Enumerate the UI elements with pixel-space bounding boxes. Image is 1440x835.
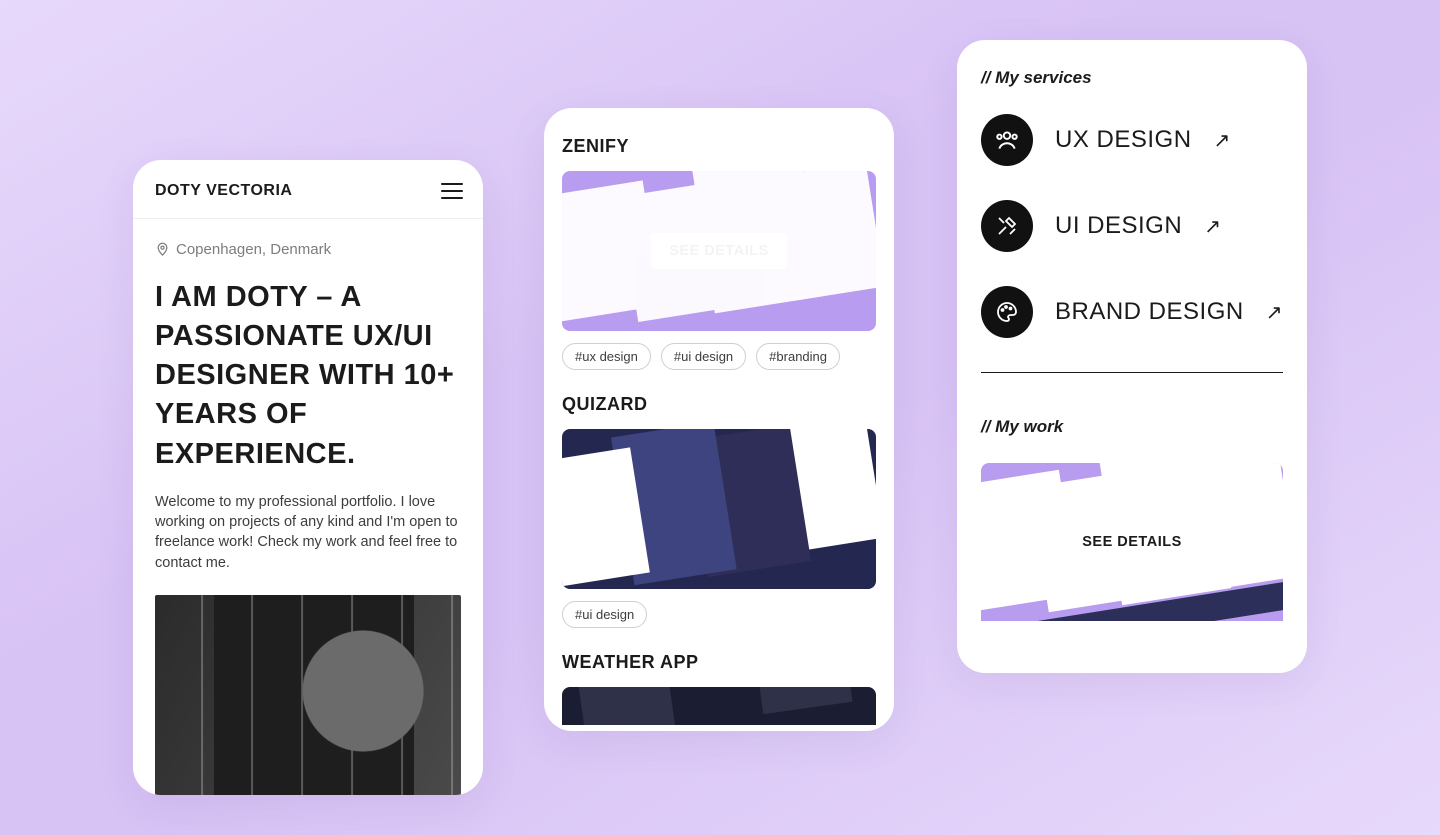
hamburger-menu-icon[interactable] <box>441 178 463 204</box>
see-details-button[interactable]: SEE DETAILS <box>1064 524 1200 560</box>
tools-icon <box>981 200 1033 252</box>
tag-row: #ui design <box>562 601 876 628</box>
service-item-brand[interactable]: BRAND DESIGN ↗ <box>981 286 1283 338</box>
arrow-up-right-icon: ↗ <box>1214 128 1231 153</box>
section-heading-services: // My services <box>981 68 1283 88</box>
work-thumbnail[interactable]: SEE DETAILS <box>981 463 1283 621</box>
project-title: QUIZARD <box>562 394 876 415</box>
arrow-up-right-icon: ↗ <box>1204 214 1221 239</box>
hero-headline: I AM DOTY – A PASSIONATE UX/UI DESIGNER … <box>155 278 461 474</box>
arrow-up-right-icon: ↗ <box>1266 300 1283 325</box>
tag[interactable]: #ux design <box>562 343 651 370</box>
phone-home: DOTY VECTORIA Copenhagen, Denmark I AM D… <box>133 160 483 795</box>
project-title: ZENIFY <box>562 136 876 157</box>
location-row: Copenhagen, Denmark <box>155 241 461 258</box>
tag[interactable]: #branding <box>756 343 840 370</box>
site-logo[interactable]: DOTY VECTORIA <box>155 182 292 200</box>
hero-description: Welcome to my professional portfolio. I … <box>155 492 461 573</box>
tag-row: #ux design #ui design #branding <box>562 343 876 370</box>
users-icon <box>981 114 1033 166</box>
service-label: UX DESIGN <box>1055 126 1192 154</box>
service-label: BRAND DESIGN <box>1055 298 1244 326</box>
project-thumbnail[interactable] <box>562 429 876 589</box>
phone-work-list: ZENIFY SEE DETAILS #ux design #ui design… <box>544 108 894 731</box>
service-item-ux[interactable]: UX DESIGN ↗ <box>981 114 1283 166</box>
service-item-ui[interactable]: UI DESIGN ↗ <box>981 200 1283 252</box>
phone-services: // My services UX DESIGN ↗ UI DESIGN ↗ <box>957 40 1307 673</box>
tag[interactable]: #ui design <box>562 601 647 628</box>
palette-icon <box>981 286 1033 338</box>
location-text: Copenhagen, Denmark <box>176 241 331 258</box>
hero-photo <box>155 595 461 795</box>
project-title: WEATHER APP <box>562 652 876 673</box>
header-bar: DOTY VECTORIA <box>133 160 483 219</box>
project-thumbnail[interactable] <box>562 687 876 725</box>
divider <box>981 372 1283 373</box>
tag[interactable]: #ui design <box>661 343 746 370</box>
see-details-button[interactable]: SEE DETAILS <box>651 233 787 269</box>
project-thumbnail[interactable]: SEE DETAILS <box>562 171 876 331</box>
map-pin-icon <box>155 242 170 257</box>
service-label: UI DESIGN <box>1055 212 1182 240</box>
section-heading-work: // My work <box>981 417 1283 437</box>
